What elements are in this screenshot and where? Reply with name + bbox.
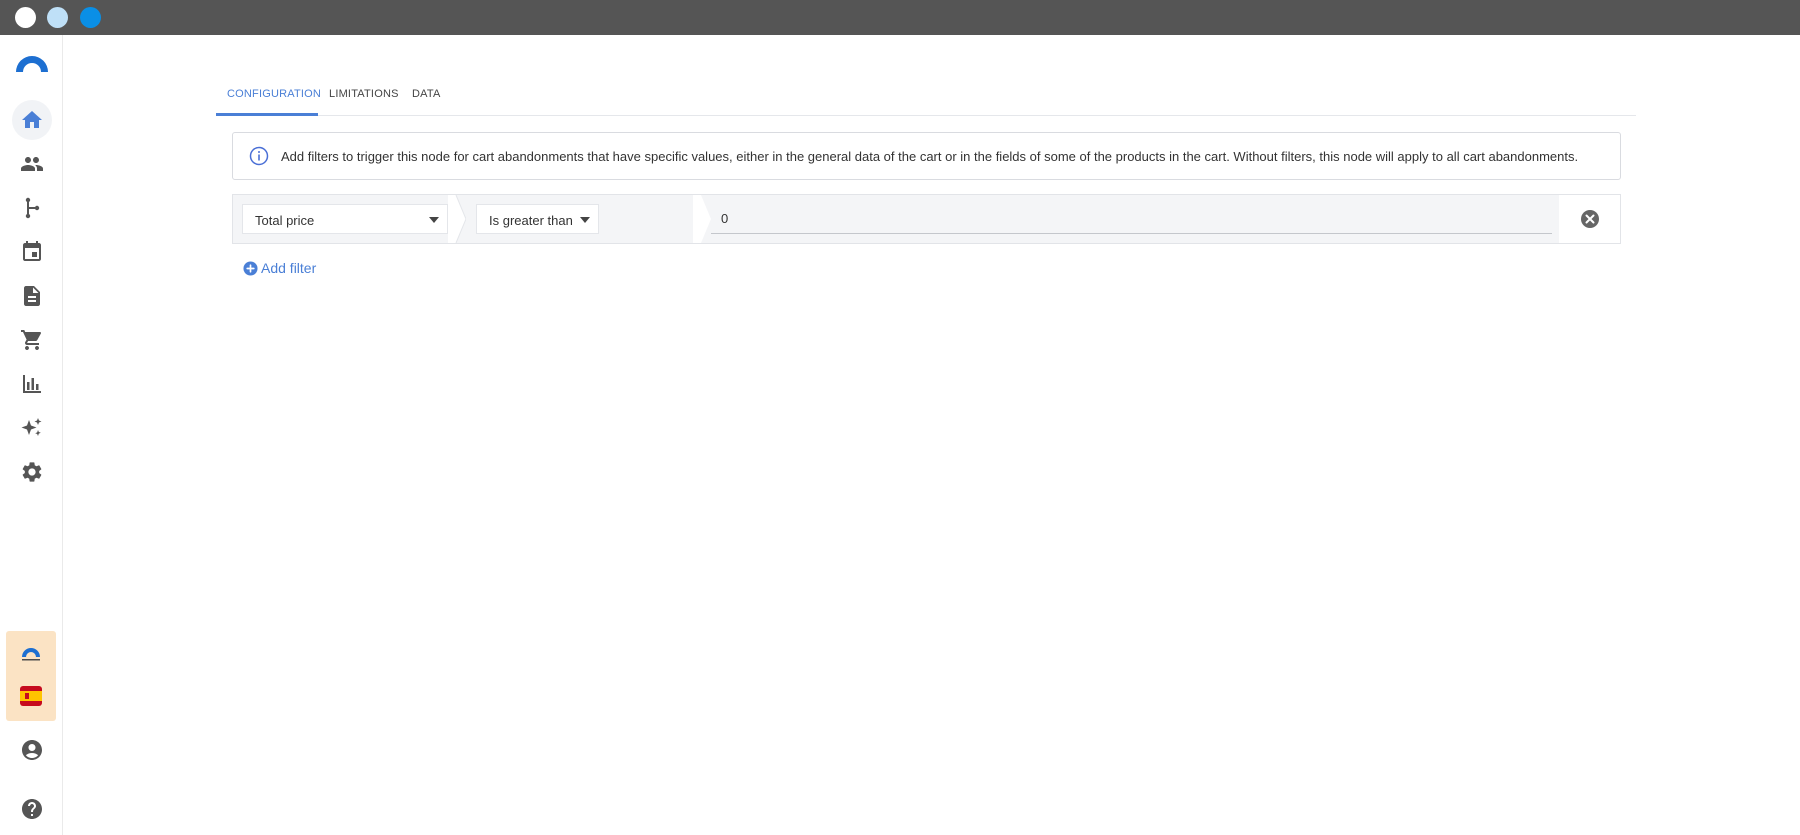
window-close-button[interactable] bbox=[15, 7, 36, 28]
contacts-icon bbox=[21, 157, 43, 171]
add-circle-icon bbox=[243, 260, 258, 276]
app-logo[interactable] bbox=[14, 52, 50, 74]
calendar-icon bbox=[23, 241, 41, 261]
window-minimize-button[interactable] bbox=[47, 7, 68, 28]
filter-operator-select[interactable]: Is greater than bbox=[476, 204, 599, 234]
close-circle-icon bbox=[1580, 210, 1599, 228]
account-switcher[interactable] bbox=[6, 631, 56, 721]
sidebar-item-workflows[interactable] bbox=[12, 188, 52, 228]
sidebar-item-contacts[interactable] bbox=[12, 144, 52, 184]
sidebar-item-ai[interactable] bbox=[12, 408, 52, 448]
tab-configuration[interactable]: CONFIGURATION bbox=[216, 76, 321, 116]
brand-logo-icon bbox=[22, 648, 40, 661]
sidebar-item-documents[interactable] bbox=[12, 276, 52, 316]
remove-filter-button[interactable] bbox=[1559, 195, 1620, 243]
info-text: Add filters to trigger this node for car… bbox=[281, 148, 1579, 164]
sidebar-item-analytics[interactable] bbox=[12, 364, 52, 404]
info-banner: Add filters to trigger this node for car… bbox=[232, 132, 1621, 180]
sidebar-item-cart[interactable] bbox=[12, 320, 52, 360]
settings-icon bbox=[22, 462, 42, 482]
filter-row: Total price Is greater than bbox=[232, 194, 1621, 244]
workflow-icon bbox=[25, 197, 40, 219]
sidebar-item-home[interactable] bbox=[12, 100, 52, 140]
row-separator-chevron bbox=[448, 195, 466, 243]
sidebar-item-settings[interactable] bbox=[12, 452, 52, 492]
chevron-down-icon bbox=[580, 217, 590, 223]
account-icon bbox=[22, 740, 42, 760]
window-title-bar bbox=[0, 0, 1800, 35]
cart-icon bbox=[21, 330, 42, 350]
tab-data[interactable]: DATA bbox=[401, 76, 452, 116]
sparkle-icon bbox=[21, 418, 42, 436]
filter-field-select[interactable]: Total price bbox=[242, 204, 448, 234]
spain-flag-icon[interactable] bbox=[20, 686, 42, 706]
tab-limitations[interactable]: LIMITATIONS bbox=[318, 76, 410, 116]
filter-value-input[interactable] bbox=[711, 203, 1552, 234]
filter-field-value: Total price bbox=[255, 213, 315, 228]
row-separator-chevron bbox=[693, 195, 711, 243]
chevron-down-icon bbox=[429, 217, 439, 223]
filter-operator-value: Is greater than bbox=[489, 213, 573, 228]
window-maximize-button[interactable] bbox=[80, 7, 101, 28]
home-icon bbox=[22, 111, 42, 128]
sidebar-item-account[interactable] bbox=[12, 730, 52, 770]
sidebar bbox=[0, 35, 63, 835]
document-icon bbox=[24, 286, 40, 306]
sidebar-item-calendar[interactable] bbox=[12, 232, 52, 272]
add-filter-button[interactable]: Add filter bbox=[243, 258, 316, 278]
bar-chart-icon bbox=[23, 375, 41, 393]
add-filter-label: Add filter bbox=[261, 260, 317, 276]
info-icon bbox=[249, 146, 269, 166]
tab-bar: CONFIGURATION LIMITATIONS DATA bbox=[216, 76, 1636, 116]
sidebar-item-help[interactable] bbox=[12, 789, 52, 829]
help-icon bbox=[22, 799, 42, 819]
